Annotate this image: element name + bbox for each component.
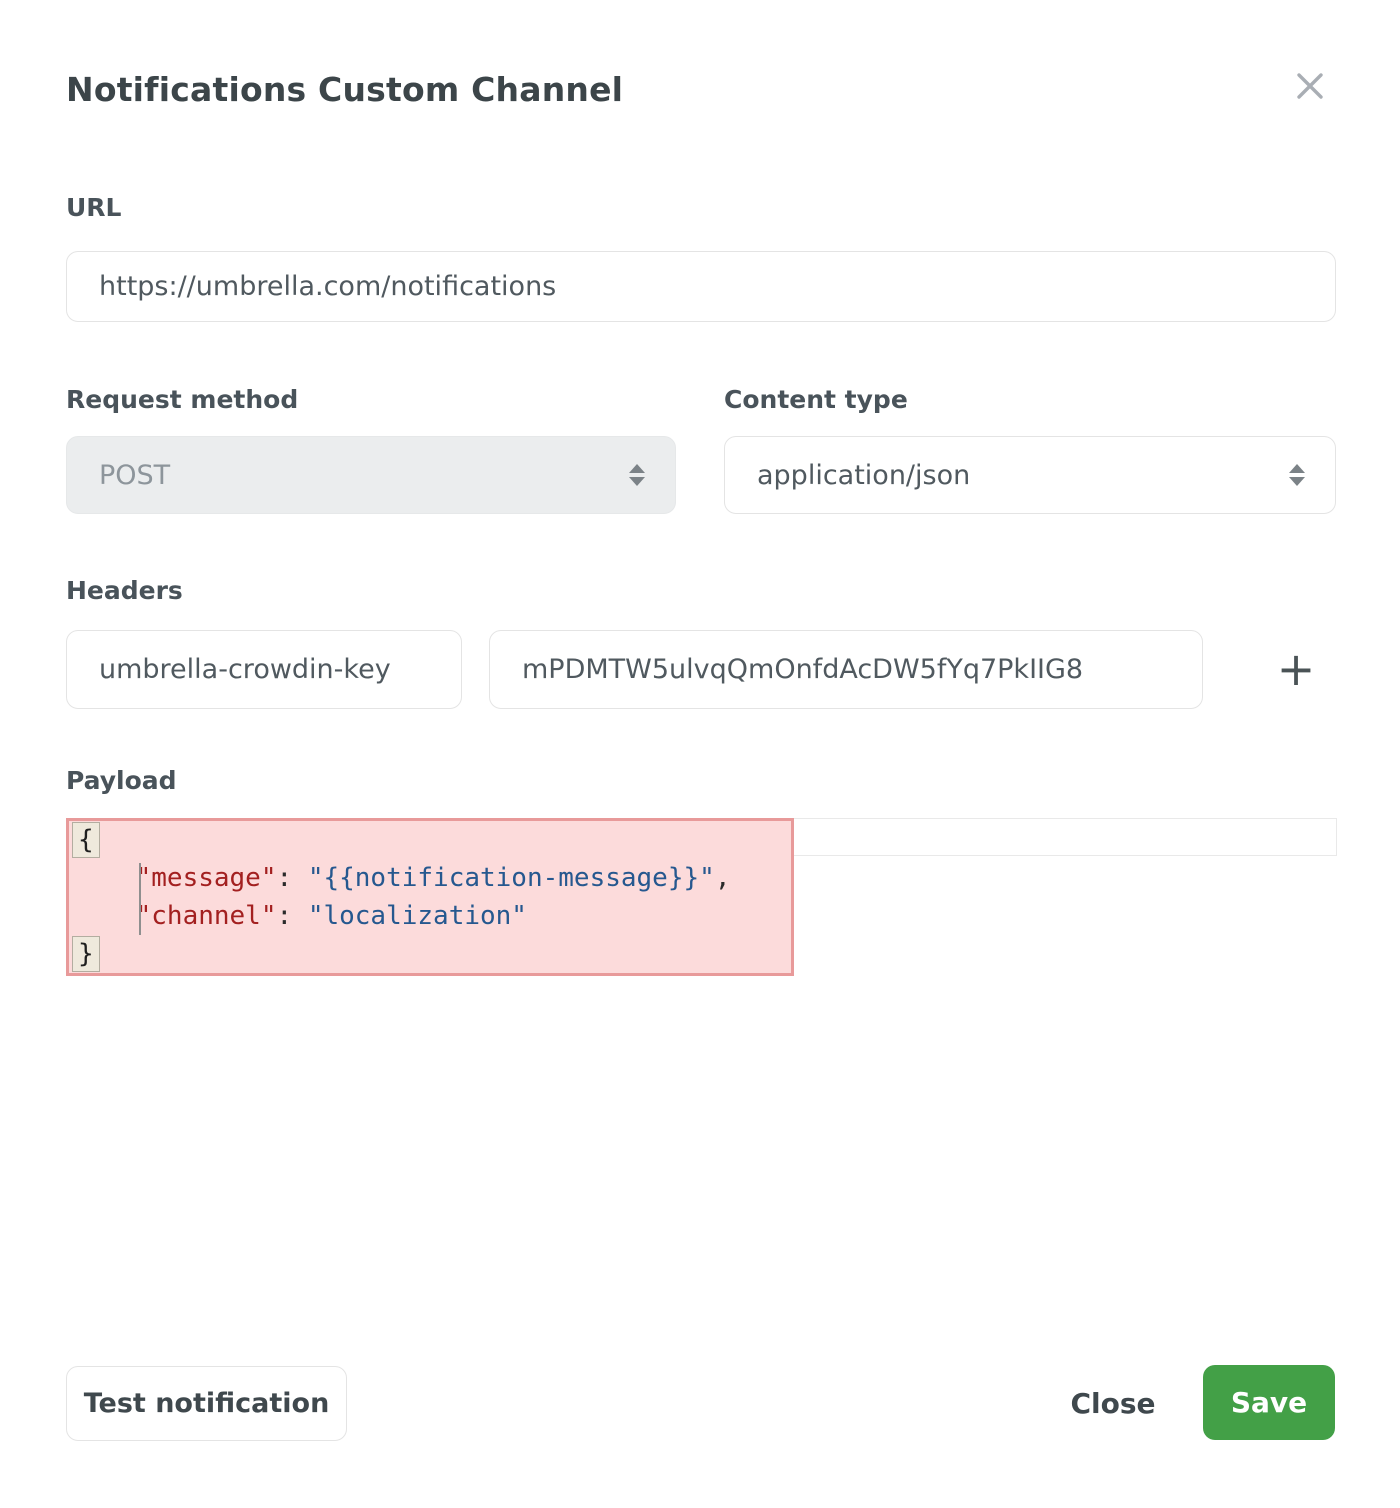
notifications-custom-channel-modal: Notifications Custom Channel URL Request… xyxy=(0,0,1400,1508)
header-value-input[interactable] xyxy=(489,630,1203,709)
url-input[interactable] xyxy=(66,251,1336,322)
indent-guide xyxy=(139,863,141,935)
request-method-value: POST xyxy=(99,460,170,491)
payload-label: Payload xyxy=(66,766,177,795)
json-colon: : xyxy=(277,863,308,893)
select-caret-icon xyxy=(629,464,645,486)
close-brace-token: } xyxy=(72,936,100,972)
add-header-button[interactable]: + xyxy=(1268,634,1324,704)
request-method-select[interactable]: POST xyxy=(66,436,676,514)
test-notification-button[interactable]: Test notification xyxy=(66,1366,347,1441)
code-line: } xyxy=(73,935,791,973)
header-key-input[interactable] xyxy=(66,630,462,709)
content-type-value: application/json xyxy=(757,460,970,491)
json-comma: , xyxy=(715,863,731,893)
close-text-button[interactable]: Close xyxy=(1048,1366,1178,1441)
request-method-label: Request method xyxy=(66,385,298,414)
payload-editor[interactable]: { "message": "{{notification-message}}",… xyxy=(66,818,1337,978)
plus-icon: + xyxy=(1277,642,1316,696)
json-key: "channel" xyxy=(136,901,277,931)
page-title: Notifications Custom Channel xyxy=(66,70,623,109)
url-label: URL xyxy=(66,193,121,222)
close-button[interactable] xyxy=(1288,64,1332,108)
json-key: "message" xyxy=(136,863,277,893)
code-line: "channel": "localization" xyxy=(73,897,791,935)
code-line: "message": "{{notification-message}}", xyxy=(73,859,791,897)
json-value: "localization" xyxy=(308,901,527,931)
json-value: "{{notification-message}}" xyxy=(308,863,715,893)
code-line: { xyxy=(73,821,791,859)
select-caret-icon xyxy=(1289,464,1305,486)
save-button[interactable]: Save xyxy=(1203,1365,1335,1440)
json-colon: : xyxy=(277,901,308,931)
open-brace-token: { xyxy=(72,822,100,858)
payload-highlight: { "message": "{{notification-message}}",… xyxy=(66,818,794,976)
close-icon xyxy=(1295,71,1325,101)
content-type-label: Content type xyxy=(724,385,908,414)
headers-label: Headers xyxy=(66,576,183,605)
content-type-select[interactable]: application/json xyxy=(724,436,1336,514)
